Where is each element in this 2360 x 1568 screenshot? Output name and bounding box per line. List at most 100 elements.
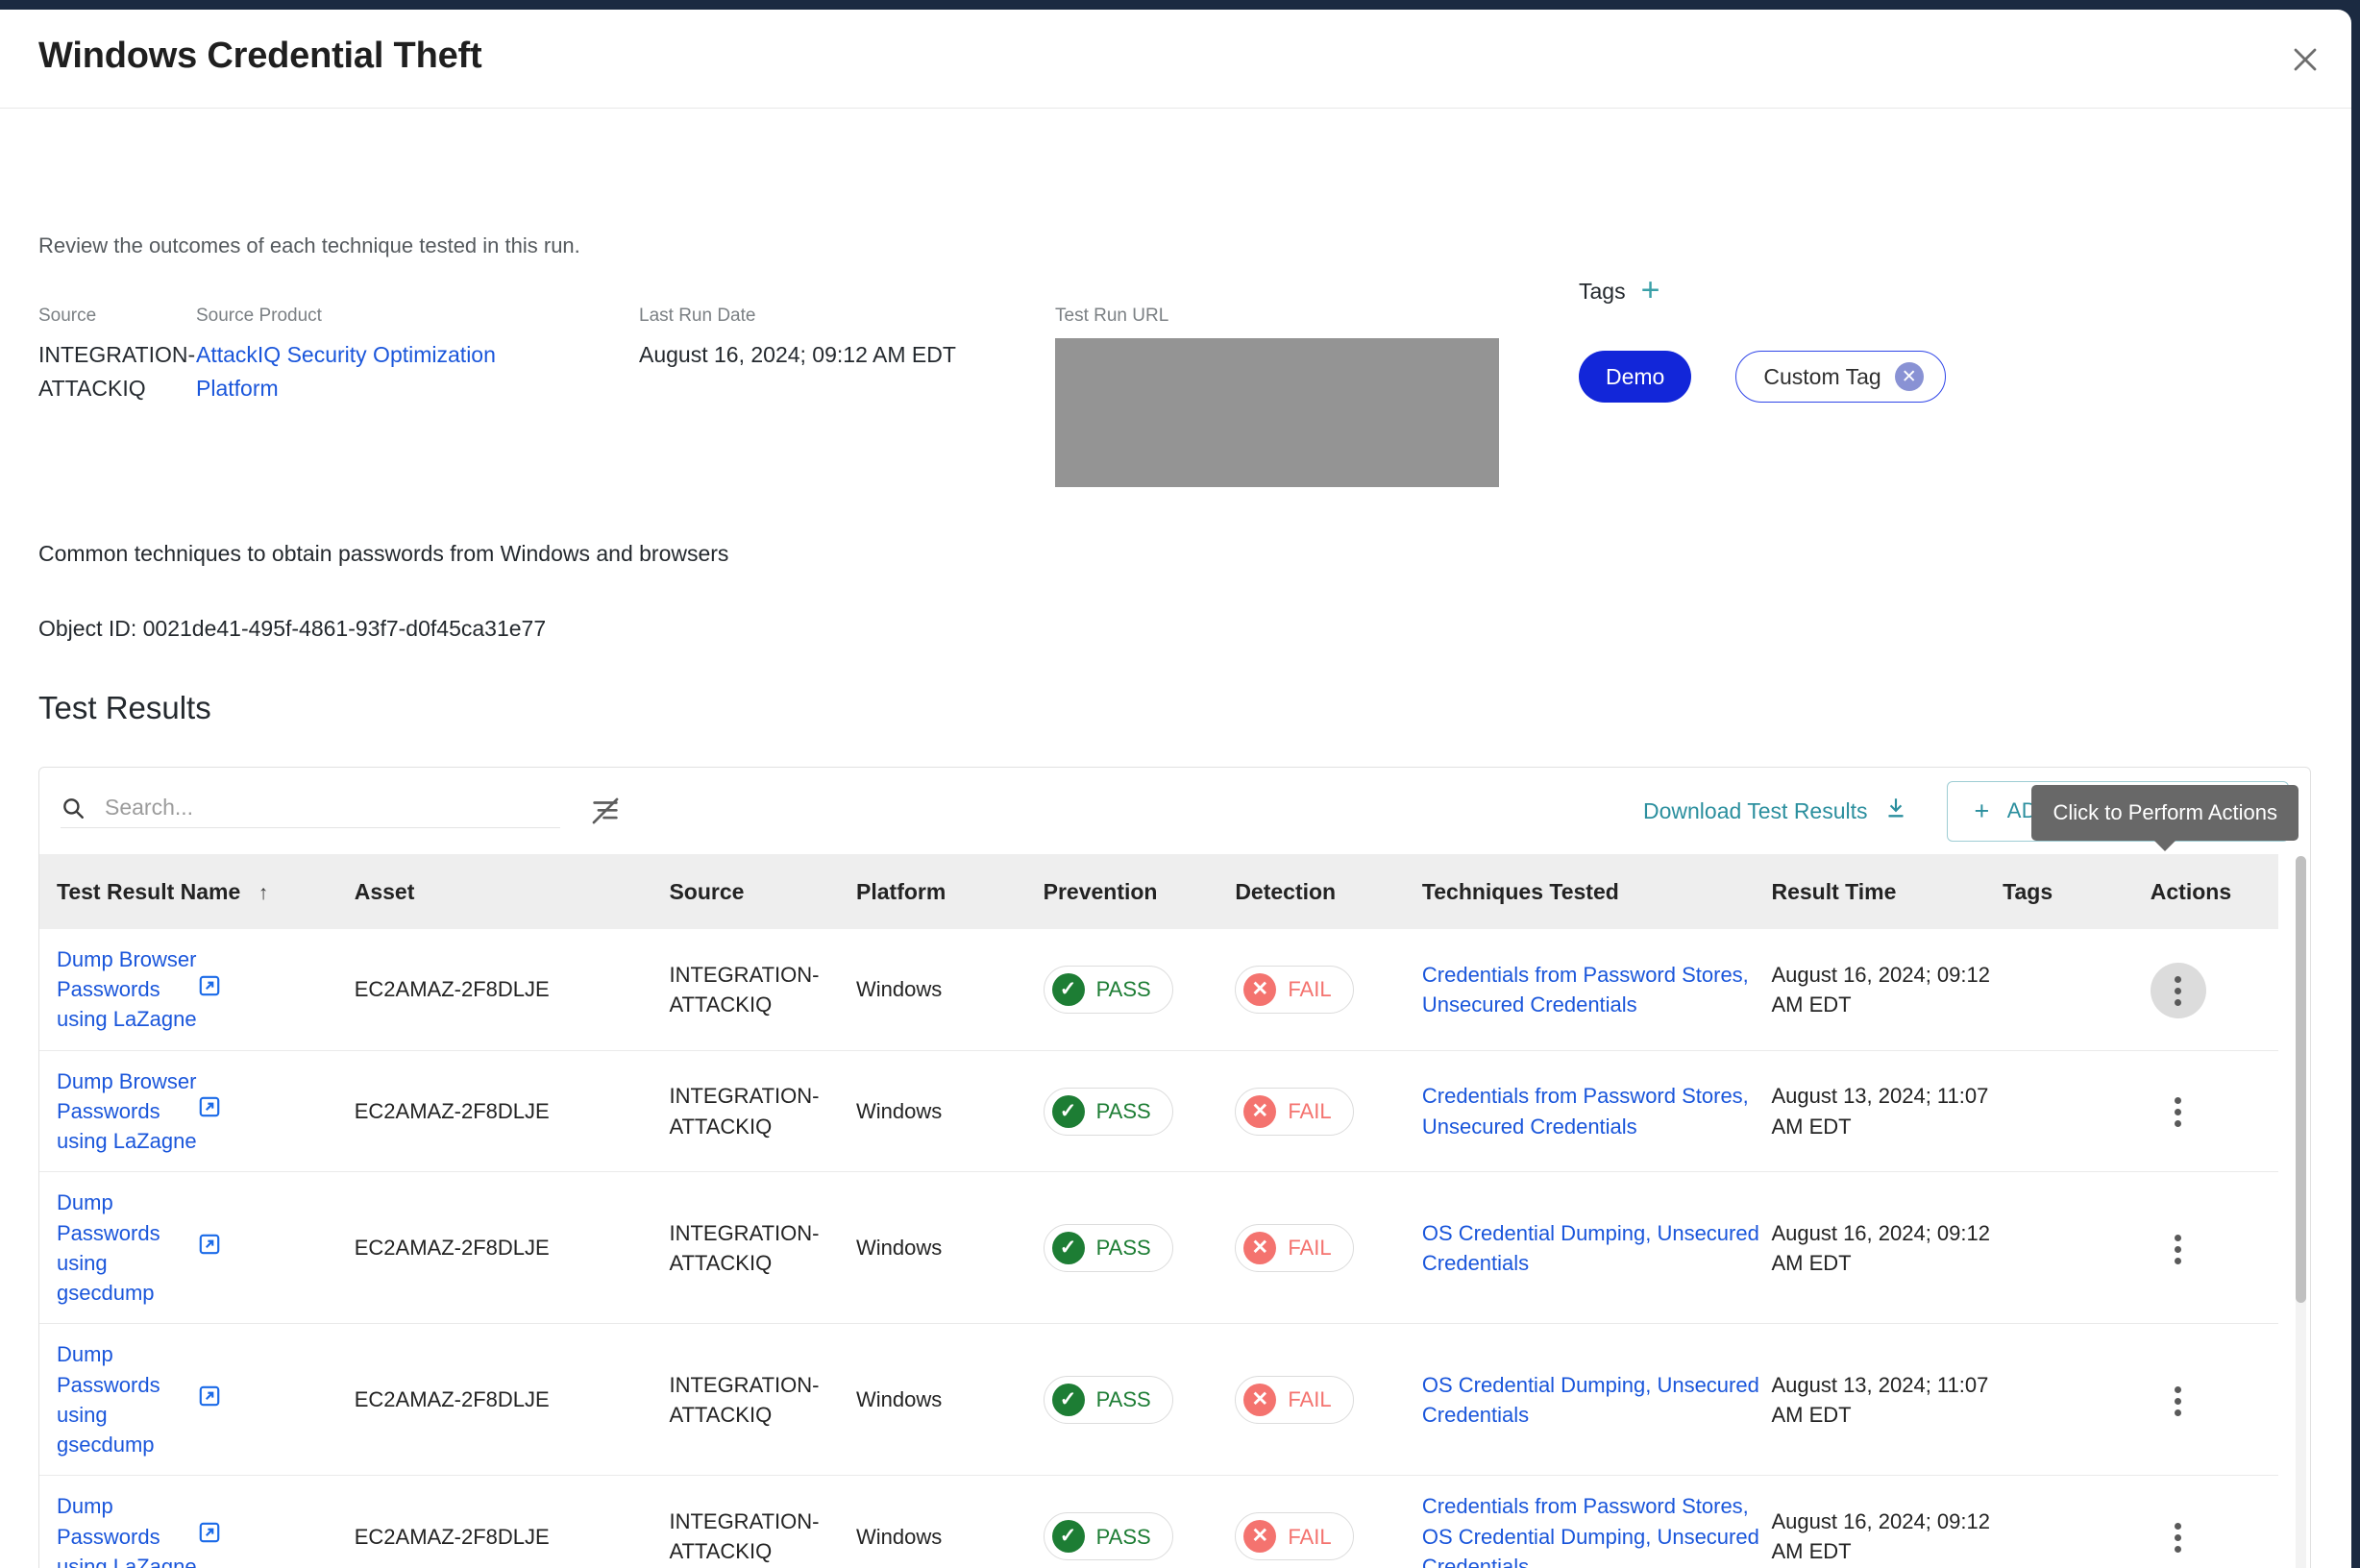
- detection-status-badge: ✕ FAIL: [1235, 1223, 1354, 1272]
- meta-source-value: INTEGRATION-ATTACKIQ: [38, 342, 196, 401]
- test-run-url-redacted-image: [1055, 338, 1499, 487]
- plus-icon[interactable]: +: [1641, 274, 1660, 306]
- description-text: Common techniques to obtain passwords fr…: [38, 541, 729, 566]
- table-body: Dump Browser Passwords using LaZagne EC2…: [39, 929, 2278, 1568]
- table-row[interactable]: Dump Browser Passwords using LaZagne EC2…: [39, 929, 2278, 1051]
- meta-source-product-link[interactable]: AttackIQ Security Optimization Platform: [196, 338, 571, 404]
- column-header-prevention[interactable]: Prevention: [1043, 854, 1236, 929]
- cross-icon: ✕: [1243, 972, 1277, 1006]
- close-icon[interactable]: [2282, 37, 2328, 83]
- tags-cell: [2003, 1323, 2151, 1477]
- asset-cell: EC2AMAZ-2F8DLJE: [354, 1475, 670, 1568]
- row-actions-menu-icon[interactable]: [2151, 1221, 2206, 1277]
- column-header-detection[interactable]: Detection: [1235, 854, 1422, 929]
- column-header-test-result-name[interactable]: Test Result Name ↑: [39, 854, 355, 929]
- open-external-icon[interactable]: [197, 1520, 222, 1545]
- column-header-asset[interactable]: Asset: [354, 854, 670, 929]
- tags-cell: [2003, 1050, 2151, 1173]
- column-label: Test Result Name: [57, 878, 241, 904]
- table-head: Test Result Name ↑ Asset Source Platform…: [39, 854, 2278, 929]
- search-input[interactable]: [103, 794, 560, 821]
- source-cell: INTEGRATION-ATTACKIQ: [669, 1050, 857, 1173]
- scrollbar-thumb[interactable]: [2296, 856, 2306, 1303]
- tag-chip-list: Demo Custom Tag ✕: [1579, 351, 1946, 403]
- test-results-modal: Windows Credential Theft Review the outc…: [0, 10, 2351, 1568]
- download-icon: [1883, 796, 1908, 826]
- column-header-source[interactable]: Source: [669, 854, 857, 929]
- download-test-results-button[interactable]: Download Test Results: [1643, 796, 1908, 826]
- detection-status-label: FAIL: [1288, 1098, 1332, 1123]
- row-actions-menu-icon[interactable]: [2151, 1509, 2206, 1565]
- row-actions-menu-icon[interactable]: [2151, 1373, 2206, 1429]
- cross-icon: ✕: [1243, 1520, 1277, 1554]
- tags-header: Tags +: [1579, 274, 1946, 306]
- techniques-tested-links[interactable]: Credentials from Password Stores, Unsecu…: [1422, 1084, 1749, 1138]
- check-icon: ✓: [1051, 1094, 1085, 1128]
- object-id-text: Object ID: 0021de41-495f-4861-93f7-d0f45…: [38, 616, 547, 641]
- sort-ascending-icon: ↑: [258, 881, 269, 904]
- prevention-status-badge: ✓ PASS: [1043, 965, 1173, 1014]
- tags-section: Tags + Demo Custom Tag ✕: [1579, 274, 1946, 403]
- row-actions-menu-icon[interactable]: [2150, 963, 2206, 1019]
- platform-cell: Windows: [856, 1050, 1044, 1173]
- result-time-cell: August 16, 2024; 09:12 AM EDT: [1771, 1171, 2004, 1325]
- column-header-platform[interactable]: Platform: [856, 854, 1044, 929]
- column-header-result-time[interactable]: Result Time: [1771, 854, 2004, 929]
- platform-cell: Windows: [856, 1323, 1044, 1477]
- results-table-scroll-area[interactable]: Test Result Name ↑ Asset Source Platform…: [39, 854, 2310, 1568]
- techniques-tested-links[interactable]: OS Credential Dumping, Unsecured Credent…: [1422, 1221, 1759, 1275]
- test-result-name-link[interactable]: Dump Passwords using LaZagne: [57, 1494, 197, 1568]
- meta-test-run-url-label: Test Run URL: [1055, 306, 1169, 326]
- table-row[interactable]: Dump Passwords using LaZagne EC2AMAZ-2F8…: [39, 1475, 2278, 1568]
- cross-icon: ✕: [1243, 1094, 1277, 1128]
- column-header-tags[interactable]: Tags: [2003, 854, 2151, 929]
- modal-header: Windows Credential Theft: [0, 10, 2351, 109]
- detection-status-badge: ✕ FAIL: [1235, 965, 1354, 1014]
- tag-chip-demo[interactable]: Demo: [1579, 351, 1692, 403]
- table-row[interactable]: Dump Passwords using gsecdump EC2AMAZ-2F…: [39, 1323, 2278, 1477]
- filter-off-icon[interactable]: [589, 795, 622, 827]
- result-time-cell: August 16, 2024; 09:12 AM EDT: [1771, 929, 2004, 1051]
- techniques-tested-links[interactable]: Credentials from Password Stores, Unsecu…: [1422, 963, 1749, 1017]
- meta-last-run-label: Last Run Date: [639, 306, 756, 326]
- cross-icon: ✕: [1243, 1383, 1277, 1416]
- results-table: Test Result Name ↑ Asset Source Platform…: [39, 854, 2278, 1568]
- open-external-icon[interactable]: [197, 1094, 222, 1119]
- test-result-name-link[interactable]: Dump Browser Passwords using LaZagne: [57, 1069, 197, 1153]
- open-external-icon[interactable]: [197, 973, 222, 998]
- tag-chip-label: Demo: [1606, 363, 1665, 389]
- test-result-name-link[interactable]: Dump Passwords using gsecdump: [57, 1342, 160, 1457]
- test-result-name-link[interactable]: Dump Passwords using gsecdump: [57, 1190, 160, 1305]
- techniques-tested-links[interactable]: OS Credential Dumping, Unsecured Credent…: [1422, 1373, 1759, 1427]
- detection-status-label: FAIL: [1288, 977, 1332, 1002]
- meta-source-product: Source Product AttackIQ Security Optimiz…: [196, 306, 571, 404]
- open-external-icon[interactable]: [197, 1232, 222, 1257]
- tag-chip-custom[interactable]: Custom Tag ✕: [1735, 351, 1946, 403]
- techniques-tested-links[interactable]: Credentials from Password Stores, OS Cre…: [1422, 1494, 1759, 1568]
- search-icon: [61, 796, 86, 821]
- prevention-status-label: PASS: [1095, 1098, 1151, 1123]
- table-vertical-scrollbar[interactable]: [2296, 856, 2306, 1568]
- tags-cell: [2003, 929, 2151, 1051]
- result-time-cell: August 13, 2024; 11:07 AM EDT: [1771, 1323, 2004, 1477]
- table-row[interactable]: Dump Browser Passwords using LaZagne EC2…: [39, 1050, 2278, 1173]
- cross-icon: ✕: [1243, 1231, 1277, 1264]
- column-header-actions: Actions: [2150, 854, 2278, 929]
- open-external-icon[interactable]: [197, 1384, 222, 1409]
- prevention-status-label: PASS: [1095, 1236, 1151, 1261]
- tags-label: Tags: [1579, 279, 1626, 304]
- search-box[interactable]: [61, 794, 560, 828]
- table-row[interactable]: Dump Passwords using gsecdump EC2AMAZ-2F…: [39, 1171, 2278, 1325]
- tag-chip-label: Custom Tag: [1763, 363, 1881, 389]
- source-cell: INTEGRATION-ATTACKIQ: [669, 1323, 857, 1477]
- test-result-name-link[interactable]: Dump Browser Passwords using LaZagne: [57, 947, 197, 1031]
- remove-tag-icon[interactable]: ✕: [1894, 362, 1924, 391]
- table-header-row: Test Result Name ↑ Asset Source Platform…: [39, 854, 2278, 929]
- check-icon: ✓: [1051, 972, 1085, 1006]
- detection-status-badge: ✕ FAIL: [1235, 1512, 1354, 1561]
- column-header-techniques-tested[interactable]: Techniques Tested: [1421, 854, 1772, 929]
- row-actions-menu-icon[interactable]: [2151, 1085, 2206, 1140]
- meta-last-run-value: August 16, 2024; 09:12 AM EDT: [639, 342, 956, 367]
- meta-source-product-label: Source Product: [196, 306, 322, 326]
- actions-tooltip: Click to Perform Actions: [2031, 785, 2299, 841]
